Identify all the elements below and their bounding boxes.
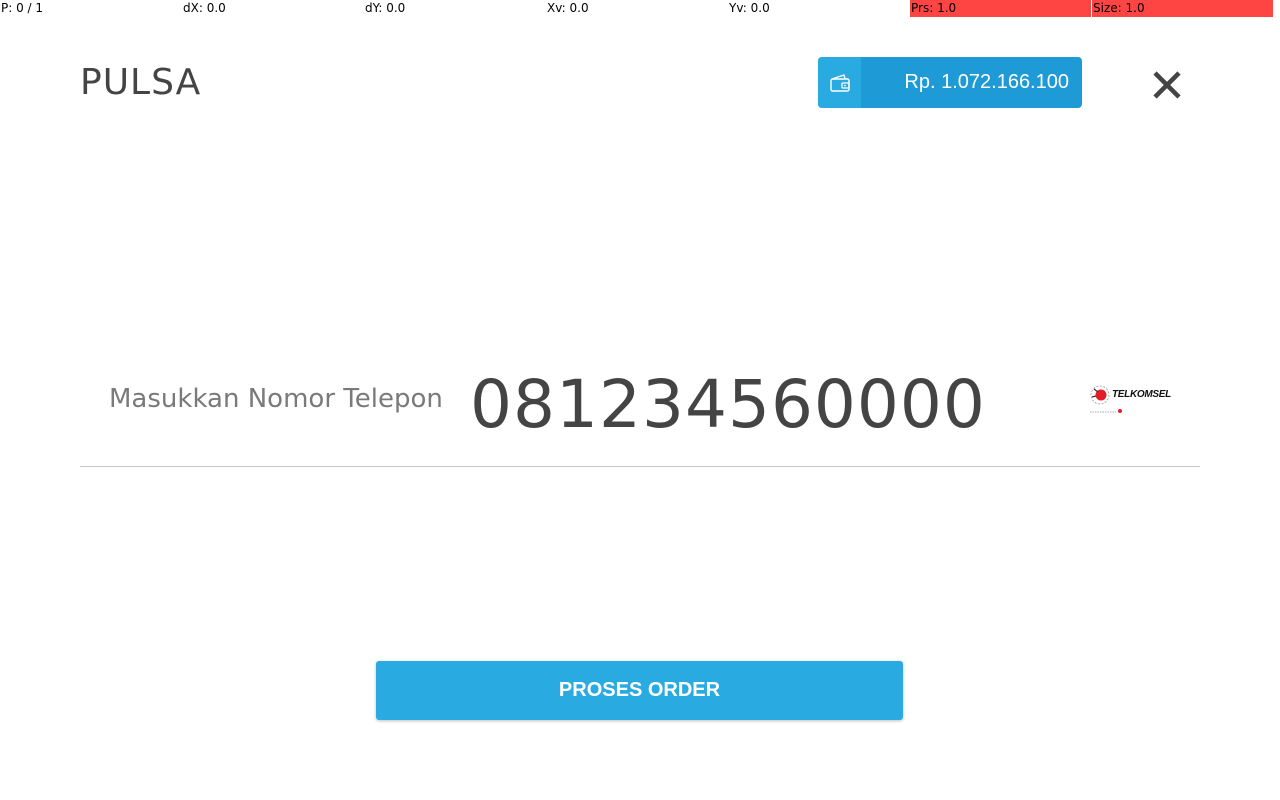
touch-debug-overlay: P: 0 / 1 dX: 0.0 dY: 0.0 Xv: 0.0 Yv: 0.0… (0, 0, 1280, 17)
debug-dy: dY: 0.0 (365, 1, 406, 15)
process-order-button[interactable]: PROSES ORDER (376, 661, 903, 720)
debug-yv: Yv: 0.0 (729, 1, 770, 15)
telkomsel-logo: TELKOMSEL (1086, 381, 1171, 419)
balance-amount: Rp. 1.072.166.100 (904, 71, 1069, 93)
phone-number-label: Masukkan Nomor Telepon (109, 384, 443, 414)
debug-size: Size: 1.0 (1092, 0, 1273, 17)
debug-dx: dX: 0.0 (183, 1, 226, 15)
carrier-logo-text: TELKOMSEL (1112, 389, 1171, 400)
page-title: PULSA (80, 62, 202, 103)
phone-number-input[interactable] (470, 362, 1050, 446)
debug-xv: Xv: 0.0 (547, 1, 589, 15)
wallet-icon (818, 57, 861, 108)
balance-badge: Rp. 1.072.166.100 (818, 57, 1082, 108)
close-icon (1153, 71, 1181, 99)
input-underline (80, 466, 1200, 467)
debug-pressure: Prs: 1.0 (910, 0, 1091, 17)
debug-pointer: P: 0 / 1 (1, 1, 44, 15)
close-button[interactable] (1150, 64, 1184, 104)
